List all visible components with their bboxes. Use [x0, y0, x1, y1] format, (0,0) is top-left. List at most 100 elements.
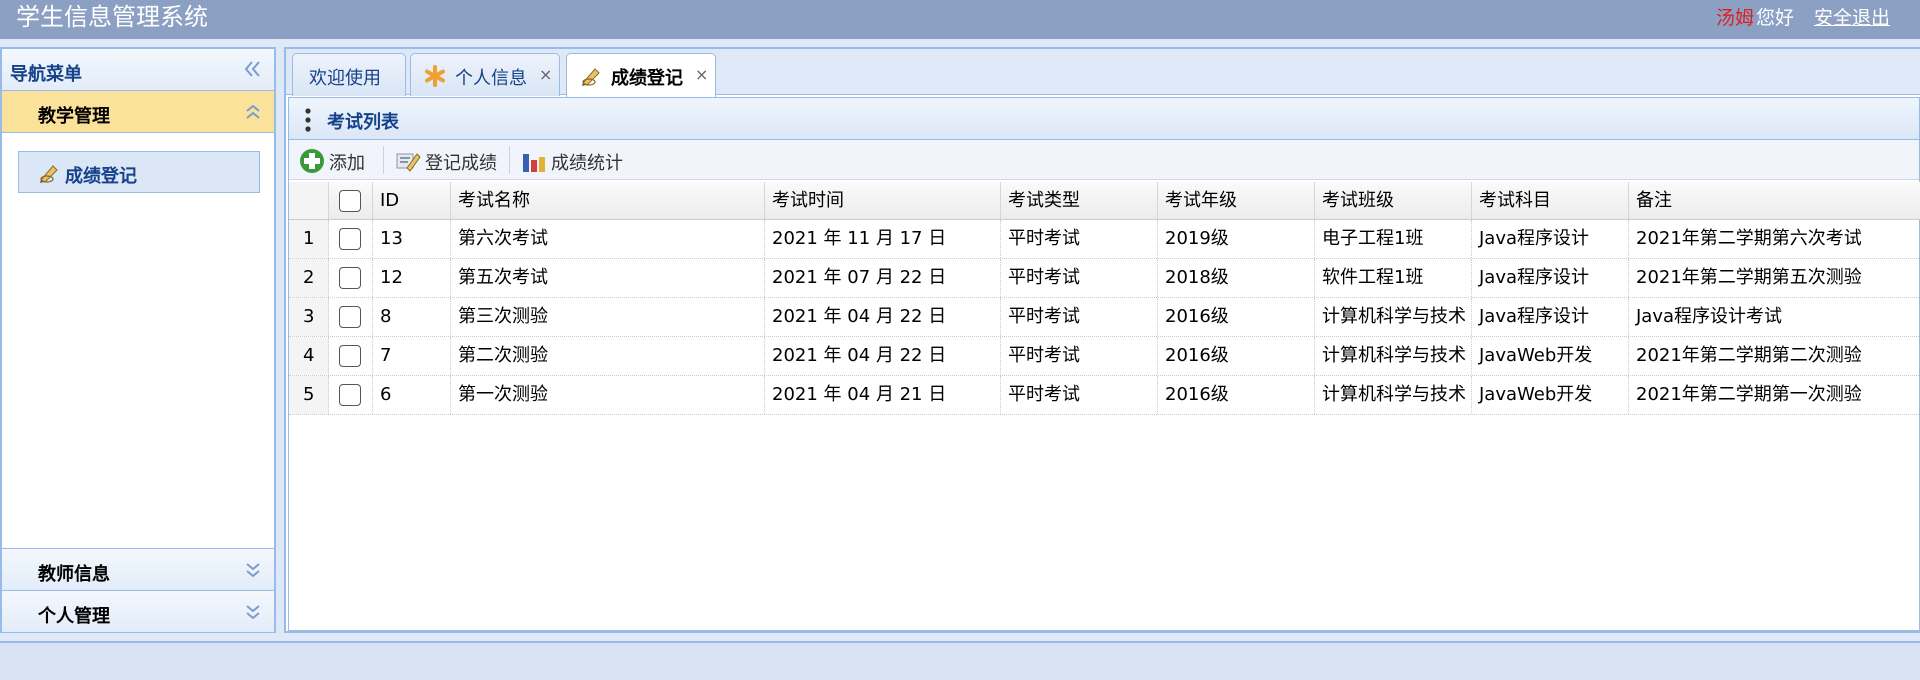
table-cell: Java程序设计考试 [1636, 306, 1783, 327]
close-icon[interactable]: × [539, 65, 552, 84]
table-cell: 6 [373, 376, 451, 414]
app-footer [0, 641, 1920, 680]
row-checkbox[interactable] [339, 384, 361, 406]
add-button-label: 添加 [329, 153, 365, 174]
grid-header-row: ID 考试名称 考试时间 考试类型 考试年级 考试班级 考试科目 备注 [289, 182, 1920, 220]
logout-link[interactable]: 安全退出 [1814, 7, 1890, 29]
table-cell: 第二次测验 [451, 337, 765, 375]
tab-welcome[interactable]: 欢迎使用 [292, 53, 406, 96]
table-row[interactable]: 3 8 第三次测验 2021 年 04 月 22 日平时考试 2016级 计算机科学与技术… [289, 298, 1920, 337]
row-checkbox[interactable] [339, 306, 361, 328]
row-number: 1 [289, 220, 329, 258]
table-cell: 7 [373, 337, 451, 375]
toolbar-separator [509, 146, 510, 174]
asterisk-icon [425, 65, 445, 87]
tab-label: 成绩登记 [611, 68, 683, 89]
table-cell: Java程序设计 [1472, 259, 1629, 297]
table-cell: 2021年第二学期第五次测验 [1636, 267, 1862, 288]
nav-section-teaching[interactable]: 教学管理 [2, 91, 274, 133]
tab-personal-info[interactable]: 个人信息 × [410, 53, 560, 96]
table-cell: 平时考试 [1001, 298, 1158, 336]
table-cell: 2019级 [1158, 220, 1315, 258]
column-header[interactable]: 备注 [1629, 182, 1920, 219]
nav-section-label: 个人管理 [38, 606, 110, 627]
grid-toolbar: 添加 登记成绩 成绩统计 [289, 140, 1919, 180]
table-cell: Java程序设计 [1472, 298, 1629, 336]
table-row[interactable]: 5 6 第一次测验 2021 年 04 月 21 日平时考试 2016级 计算机科学与技术… [289, 376, 1920, 415]
column-header[interactable]: 考试名称 [451, 182, 765, 219]
column-header[interactable]: 考试时间 [765, 182, 1001, 219]
table-cell: 第六次考试 [451, 220, 765, 258]
row-select-cell [329, 259, 373, 297]
row-checkbox[interactable] [339, 345, 361, 367]
table-cell: 2021 年 04 月 21 日 [765, 376, 1001, 414]
chevron-down-icon[interactable] [244, 601, 262, 623]
table-cell: 8 [373, 298, 451, 336]
row-checkbox[interactable] [339, 228, 361, 250]
select-all-checkbox[interactable] [339, 190, 361, 212]
table-cell: 计算机科学与技术 [1315, 337, 1472, 375]
nav-item-grade-register[interactable]: 成绩登记 [18, 151, 260, 193]
chevron-up-icon[interactable] [244, 101, 262, 123]
row-number: 3 [289, 298, 329, 336]
tab-bar: 欢迎使用 个人信息 × 成绩登记 × [286, 49, 1920, 97]
nav-item-label: 成绩登记 [65, 166, 137, 187]
user-name: 汤姆 [1715, 7, 1754, 29]
exam-list-panel: 考试列表 添加 登记成绩 成绩统计 ID 考试名称 考试时间 考试类型 考试年级… [288, 97, 1920, 631]
column-header[interactable]: 考试类型 [1001, 182, 1158, 219]
nav-section-personal[interactable]: 个人管理 [2, 591, 274, 633]
greeting-text: 您好 [1755, 7, 1794, 29]
column-header[interactable]: 考试年级 [1158, 182, 1315, 219]
row-checkbox[interactable] [339, 267, 361, 289]
tab-label: 个人信息 [455, 68, 527, 89]
row-select-cell [329, 337, 373, 375]
nav-panel-title: 导航菜单 [10, 64, 82, 85]
tab-grade-register[interactable]: 成绩登记 × [566, 53, 716, 97]
table-cell: Java程序设计 [1472, 220, 1629, 258]
table-row[interactable]: 4 7 第二次测验 2021 年 04 月 22 日平时考试 2016级 计算机科学与技术… [289, 337, 1920, 376]
table-cell: 平时考试 [1001, 337, 1158, 375]
register-grade-button[interactable]: 登记成绩 [389, 144, 517, 176]
table-row[interactable]: 1 13 第六次考试 2021 年 11 月 17 日平时考试 2019级 电子工程1班 J… [289, 220, 1920, 259]
table-cell: JavaWeb开发 [1472, 376, 1629, 414]
table-cell: 软件工程1班 [1315, 259, 1472, 297]
table-cell: 2021年第二学期第六次考试 [1636, 228, 1862, 249]
table-cell: 2021 年 04 月 22 日 [765, 298, 1001, 336]
tab-label: 欢迎使用 [309, 68, 381, 89]
table-cell: 计算机科学与技术 [1315, 376, 1472, 414]
grade-stats-label: 成绩统计 [551, 153, 623, 174]
table-cell: 2016级 [1158, 337, 1315, 375]
collapse-left-icon[interactable] [242, 58, 262, 80]
table-cell: 平时考试 [1001, 220, 1158, 258]
app-header: 学生信息管理系统 汤姆 您好 安全退出 [0, 0, 1920, 39]
chevron-down-icon[interactable] [244, 559, 262, 581]
table-cell: 2018级 [1158, 259, 1315, 297]
column-header[interactable]: 考试科目 [1472, 182, 1629, 219]
table-cell: 第三次测验 [451, 298, 765, 336]
more-vertical-icon [305, 108, 311, 132]
table-cell: 2016级 [1158, 298, 1315, 336]
table-cell: 平时考试 [1001, 376, 1158, 414]
row-number: 5 [289, 376, 329, 414]
column-header[interactable]: 考试班级 [1315, 182, 1472, 219]
add-button[interactable]: 添加 [293, 144, 377, 176]
row-number: 2 [289, 259, 329, 297]
edit-grade-icon [396, 153, 421, 172]
nav-section-body: 成绩登记 [2, 133, 274, 549]
table-cell: 计算机科学与技术 [1315, 298, 1472, 336]
table-cell: JavaWeb开发 [1472, 337, 1629, 375]
close-icon[interactable]: × [695, 65, 708, 84]
row-select-cell [329, 376, 373, 414]
column-header[interactable]: ID [373, 182, 451, 219]
table-cell: 2021 年 07 月 22 日 [765, 259, 1001, 297]
row-select-cell [329, 298, 373, 336]
grade-stats-button[interactable]: 成绩统计 [515, 144, 631, 176]
app-title: 学生信息管理系统 [16, 3, 208, 31]
table-cell: 2016级 [1158, 376, 1315, 414]
bar-chart-icon [523, 154, 545, 172]
nav-section-teacher-info[interactable]: 教师信息 [2, 549, 274, 591]
table-cell: 电子工程1班 [1315, 220, 1472, 258]
table-row[interactable]: 2 12 第五次考试 2021 年 07 月 22 日平时考试 2018级 软件工程1班 J… [289, 259, 1920, 298]
main-content: 欢迎使用 个人信息 × 成绩登记 × 考试列表 添加 登记成绩 成绩统计 ID … [284, 47, 1920, 633]
row-select-cell [329, 220, 373, 258]
